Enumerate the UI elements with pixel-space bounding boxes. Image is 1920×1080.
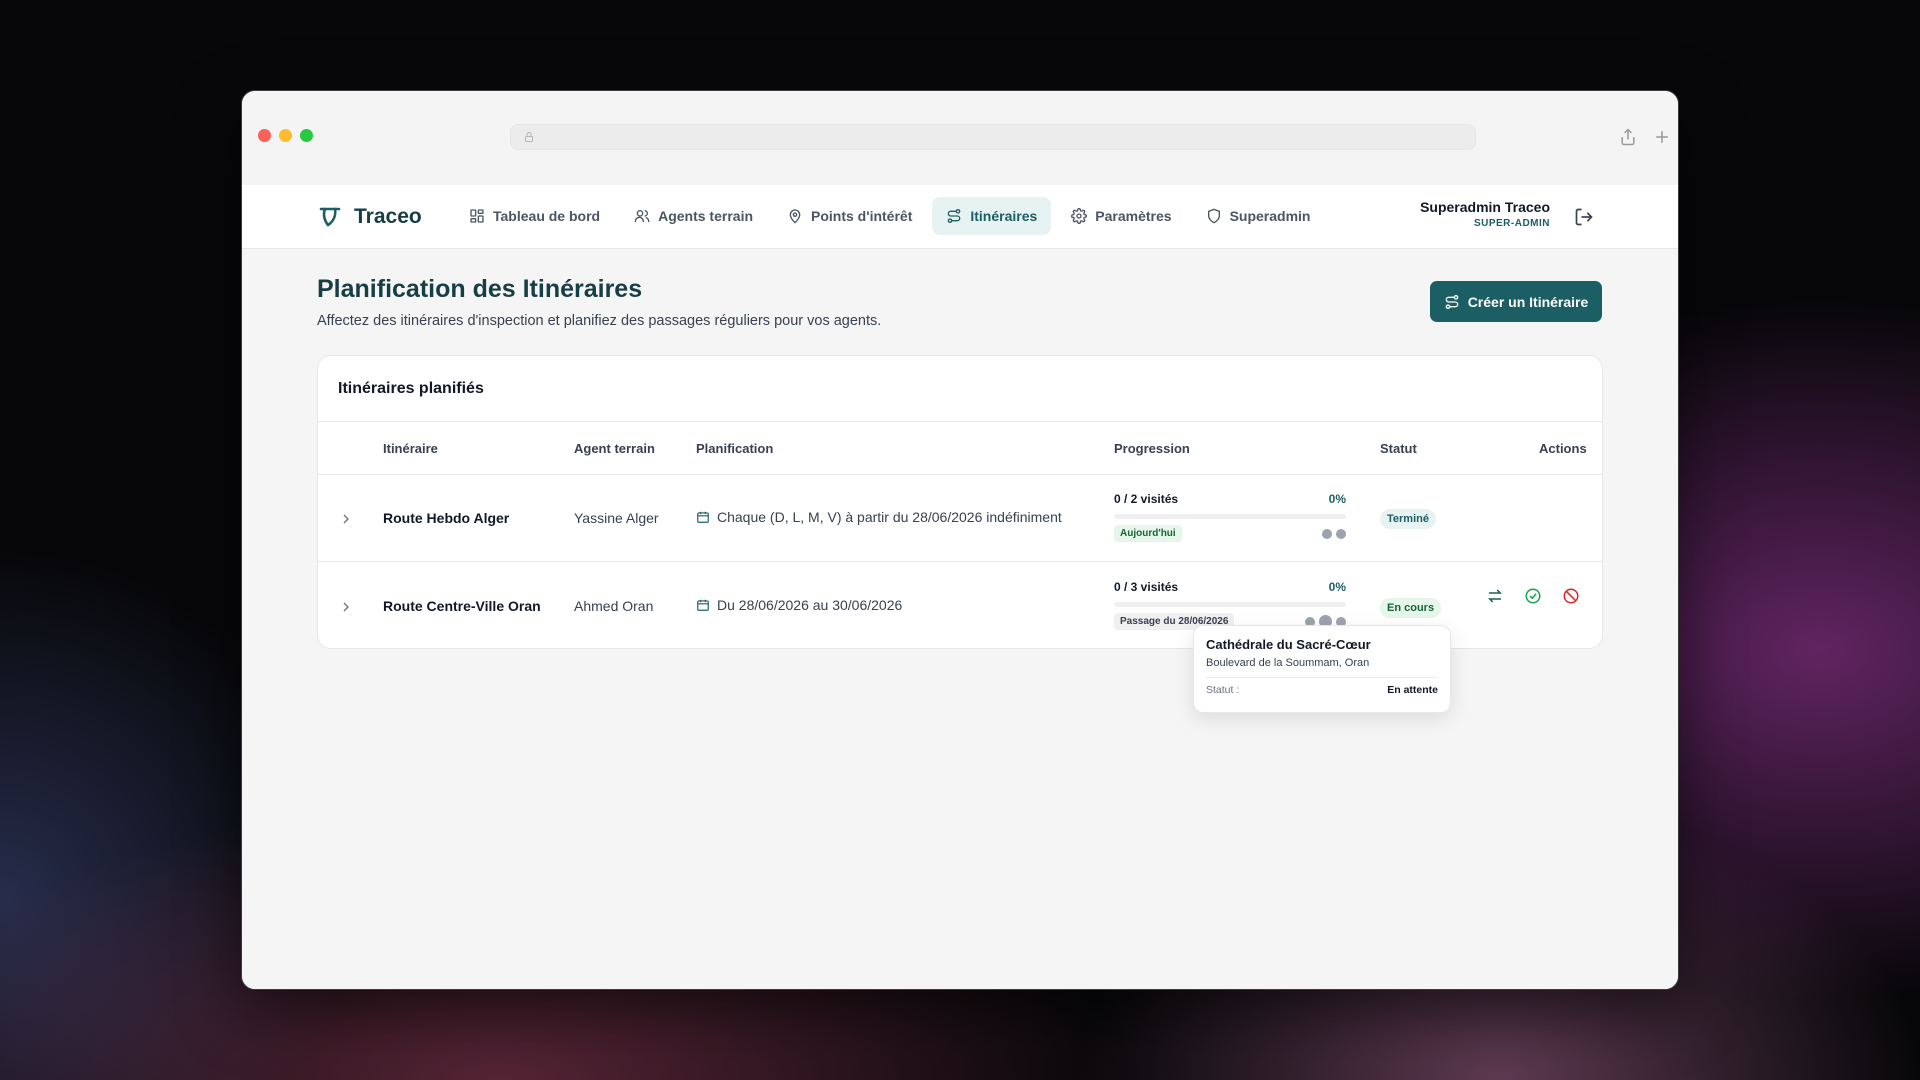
visit-dot[interactable]	[1336, 528, 1346, 539]
nav-item-label: Points d'intérêt	[811, 208, 913, 224]
progress-text: 0 / 3 visités	[1114, 580, 1179, 594]
route-name: Route Centre-Ville Oran	[383, 598, 541, 614]
planning-text: Chaque (D, L, M, V) à partir du 28/06/20…	[717, 509, 1062, 525]
agent-name: Yassine Alger	[574, 510, 659, 526]
traceo-logo-icon	[319, 207, 341, 227]
column-header-progress: Progression	[1114, 441, 1190, 456]
nav-item-label: Paramètres	[1095, 208, 1172, 224]
planning: Chaque (D, L, M, V) à partir du 28/06/20…	[696, 509, 1062, 525]
status-badge: Terminé	[1380, 509, 1436, 529]
swap-icon[interactable]	[1486, 587, 1504, 605]
planning: Du 28/06/2026 au 30/06/2026	[696, 597, 902, 613]
route-icon	[948, 209, 961, 223]
nav-item-label: Agents terrain	[658, 208, 754, 224]
table-header: Itinéraire Agent terrain Planification P…	[318, 421, 1602, 475]
row-actions	[1486, 587, 1580, 605]
lock-icon	[525, 132, 533, 142]
tooltip-status-value: En attente	[1387, 684, 1438, 696]
route-icon	[1445, 294, 1459, 309]
map-pin-icon	[789, 209, 801, 224]
progress-text: 0 / 2 visités	[1114, 492, 1179, 506]
chevron-right-icon[interactable]	[338, 511, 354, 527]
progress: 0 / 2 visités 0% Aujourd'hui	[1114, 492, 1346, 542]
status-badge: En cours	[1380, 598, 1442, 618]
progress: 0 / 3 visités 0% Passage du 28/06/2026	[1114, 580, 1346, 630]
nav-item-superadmin[interactable]: Superadmin	[1192, 197, 1325, 235]
check-circle-icon[interactable]	[1524, 587, 1542, 605]
date-pill: Aujourd'hui	[1114, 525, 1182, 542]
column-header-actions: Actions	[1539, 441, 1587, 456]
browser-window: Traceo Tableau de bord Agents terrain Po…	[241, 90, 1679, 990]
column-header-agent: Agent terrain	[574, 441, 655, 456]
ban-icon[interactable]	[1562, 587, 1580, 605]
shield-icon	[1207, 208, 1220, 224]
browser-chrome	[242, 91, 1678, 185]
nav-item-dashboard[interactable]: Tableau de bord	[455, 197, 614, 235]
nav-item-label: Itinéraires	[970, 208, 1038, 224]
chevron-right-icon[interactable]	[338, 599, 354, 615]
tooltip-divider	[1206, 677, 1438, 678]
user-name: Superadmin Traceo	[1420, 199, 1550, 215]
column-header-status: Statut	[1380, 441, 1417, 456]
share-icon[interactable]	[1618, 127, 1638, 147]
main-content: Planification des Itinéraires Affectez d…	[242, 249, 1678, 989]
main-nav: Tableau de bord Agents terrain Points d'…	[455, 197, 1324, 235]
tooltip-address: Boulevard de la Soummam, Oran	[1206, 657, 1370, 669]
logout-icon[interactable]	[1574, 207, 1594, 227]
calendar-icon	[697, 599, 709, 611]
progress-bar	[1114, 602, 1346, 607]
minimize-window-button[interactable]	[279, 129, 292, 142]
nav-item-agents[interactable]: Agents terrain	[620, 197, 767, 235]
address-bar[interactable]	[510, 124, 1476, 150]
visit-dots	[1322, 528, 1346, 539]
create-itinerary-label: Créer un Itinéraire	[1467, 293, 1589, 310]
visit-tooltip: Cathédrale du Sacré-Cœur Boulevard de la…	[1193, 625, 1451, 713]
column-header-itinerary: Itinéraire	[383, 441, 438, 456]
nav-item-label: Superadmin	[1229, 208, 1311, 224]
grid-icon	[470, 209, 484, 223]
column-header-planning: Planification	[696, 441, 774, 456]
page-title: Planification des Itinéraires	[317, 275, 643, 303]
progress-percent: 0%	[1328, 580, 1346, 594]
table-row[interactable]: Route Hebdo Alger Yassine Alger Chaque (…	[318, 475, 1602, 562]
user-info: Superadmin Traceo SUPER-ADMIN	[1420, 199, 1550, 229]
itineraries-card: Itinéraires planifiés Itinéraire Agent t…	[317, 355, 1603, 649]
nav-item-poi[interactable]: Points d'intérêt	[773, 197, 926, 235]
card-title: Itinéraires planifiés	[338, 380, 484, 397]
users-icon	[634, 210, 650, 222]
maximize-window-button[interactable]	[300, 129, 313, 142]
brand-name: Traceo	[354, 205, 422, 228]
close-window-button[interactable]	[258, 129, 271, 142]
window-controls	[258, 129, 313, 142]
top-navigation: Traceo Tableau de bord Agents terrain Po…	[242, 185, 1678, 249]
progress-percent: 0%	[1328, 492, 1346, 506]
page-subtitle: Affectez des itinéraires d'inspection et…	[317, 313, 882, 329]
progress-bar	[1114, 514, 1346, 519]
calendar-icon	[697, 511, 709, 523]
tooltip-title: Cathédrale du Sacré-Cœur	[1206, 637, 1371, 652]
nav-item-label: Tableau de bord	[493, 208, 601, 224]
visit-dot[interactable]	[1322, 528, 1332, 539]
gear-icon	[1071, 208, 1088, 224]
nav-item-itineraries[interactable]: Itinéraires	[932, 197, 1052, 235]
nav-item-settings[interactable]: Paramètres	[1057, 197, 1185, 235]
tooltip-status-label: Statut :	[1206, 684, 1240, 696]
brand[interactable]: Traceo	[318, 204, 422, 230]
planning-text: Du 28/06/2026 au 30/06/2026	[717, 597, 903, 613]
route-name: Route Hebdo Alger	[383, 510, 510, 526]
new-tab-icon[interactable]	[1652, 127, 1672, 147]
create-itinerary-button[interactable]: Créer un Itinéraire	[1430, 281, 1602, 322]
agent-name: Ahmed Oran	[574, 598, 654, 614]
user-role: SUPER-ADMIN	[1473, 218, 1550, 229]
